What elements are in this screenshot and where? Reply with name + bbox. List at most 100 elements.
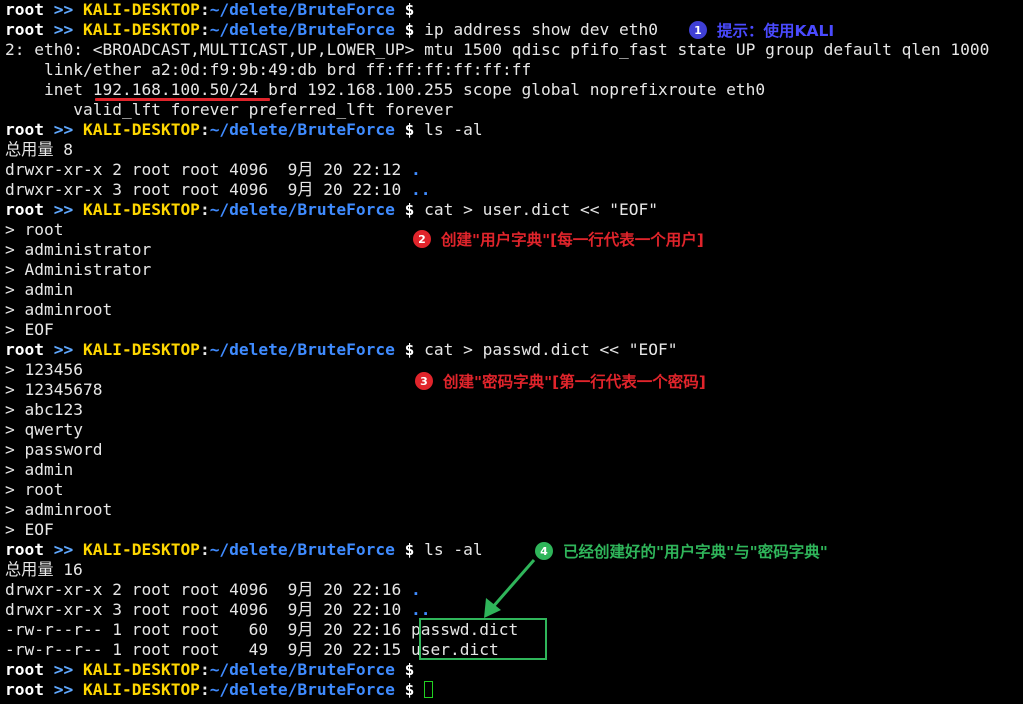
prompt-line: root >> KALI-DESKTOP:~/delete/BruteForce… bbox=[5, 660, 1023, 680]
annotation-1: 1 提示：使用KALI bbox=[689, 19, 834, 41]
annotation-text: 创建"用户字典"[每一行代表一个用户] bbox=[441, 231, 704, 249]
prompt-path: ~/delete/BruteForce bbox=[209, 340, 395, 359]
prompt-user: root bbox=[5, 200, 44, 219]
heredoc-line: > abc123 bbox=[5, 400, 83, 419]
heredoc-line: > admin bbox=[5, 280, 74, 299]
annotation-badge: 3 bbox=[415, 372, 433, 390]
prompt-arrow: >> bbox=[53, 20, 74, 39]
listing-entry: drwxr-xr-x 2 root root 4096 9月 20 22:16 bbox=[5, 580, 412, 599]
prompt-user: root bbox=[5, 540, 44, 559]
command-text: cat > passwd.dict << "EOF" bbox=[414, 340, 678, 359]
prompt-line: root >> KALI-DESKTOP:~/delete/BruteForce… bbox=[5, 20, 1023, 40]
prompt-dollar: $ bbox=[404, 120, 415, 139]
prompt-arrow: >> bbox=[53, 340, 74, 359]
annotation-text: 创建"密码字典"[第一行代表一个密码] bbox=[443, 373, 706, 391]
prompt-host: KALI-DESKTOP bbox=[82, 20, 200, 39]
output-line: valid_lft forever preferred_lft forever bbox=[5, 100, 454, 119]
directory-name: .. bbox=[411, 180, 431, 199]
prompt-line: root >> KALI-DESKTOP:~/delete/BruteForce… bbox=[5, 200, 1023, 220]
prompt-user: root bbox=[5, 340, 44, 359]
annotation-2: 2 创建"用户字典"[每一行代表一个用户] bbox=[413, 228, 704, 250]
prompt-user: root bbox=[5, 20, 44, 39]
directory-name: .. bbox=[411, 600, 431, 619]
annotation-4: 4 已经创建好的"用户字典"与"密码字典" bbox=[535, 540, 828, 562]
output-line: link/ether a2:0d:f9:9b:49:db brd ff:ff:f… bbox=[5, 60, 532, 79]
command-text: ip address show dev eth0 bbox=[414, 20, 659, 39]
prompt-line: root >> KALI-DESKTOP:~/delete/BruteForce… bbox=[5, 340, 1023, 360]
prompt-dollar: $ bbox=[404, 0, 415, 19]
directory-name: . bbox=[411, 160, 421, 179]
prompt-path: ~/delete/BruteForce bbox=[209, 0, 395, 19]
annotation-badge: 4 bbox=[535, 542, 553, 560]
prompt-dollar: $ bbox=[404, 200, 415, 219]
prompt-colon: : bbox=[199, 660, 210, 679]
prompt-host: KALI-DESKTOP bbox=[82, 660, 200, 679]
heredoc-line: > EOF bbox=[5, 520, 54, 539]
prompt-dollar: $ bbox=[404, 540, 415, 559]
output-line: inet 192.168.100.50/24 brd 192.168.100.2… bbox=[5, 80, 766, 99]
prompt-host: KALI-DESKTOP bbox=[82, 340, 200, 359]
command-text: ls -al bbox=[414, 540, 483, 559]
listing-entry: drwxr-xr-x 3 root root 4096 9月 20 22:10 bbox=[5, 180, 412, 199]
output-line: drwxr-xr-x 3 root root 4096 9月 20 22:10 … bbox=[5, 600, 1023, 620]
prompt-dollar: $ bbox=[404, 660, 415, 679]
listing-entry: drwxr-xr-x 2 root root 4096 9月 20 22:12 bbox=[5, 160, 412, 179]
command-text: cat > user.dict << "EOF" bbox=[414, 200, 659, 219]
prompt-host: KALI-DESKTOP bbox=[82, 0, 200, 19]
prompt-arrow: >> bbox=[53, 680, 74, 699]
prompt-user: root bbox=[5, 660, 44, 679]
prompt-colon: : bbox=[199, 120, 210, 139]
output-line: drwxr-xr-x 3 root root 4096 9月 20 22:10 … bbox=[5, 180, 1023, 200]
prompt-colon: : bbox=[199, 340, 210, 359]
directory-name: . bbox=[411, 580, 421, 599]
heredoc-line: > adminroot bbox=[5, 500, 113, 519]
prompt-path: ~/delete/BruteForce bbox=[209, 540, 395, 559]
annotation-text: 已经创建好的"用户字典"与"密码字典" bbox=[563, 543, 828, 561]
created-files-highlight-box bbox=[419, 618, 547, 660]
output-line: drwxr-xr-x 2 root root 4096 9月 20 22:12 … bbox=[5, 160, 1023, 180]
prompt-arrow: >> bbox=[53, 0, 74, 19]
prompt-host: KALI-DESKTOP bbox=[82, 200, 200, 219]
prompt-host: KALI-DESKTOP bbox=[82, 680, 200, 699]
ip-address-underline bbox=[95, 98, 270, 101]
annotation-text: 提示：使用KALI bbox=[717, 22, 835, 40]
annotation-badge: 1 bbox=[689, 21, 707, 39]
prompt-arrow: >> bbox=[53, 660, 74, 679]
output-line: 2: eth0: <BROADCAST,MULTICAST,UP,LOWER_U… bbox=[5, 40, 990, 59]
prompt-dollar: $ bbox=[404, 20, 415, 39]
prompt-path: ~/delete/BruteForce bbox=[209, 120, 395, 139]
command-text bbox=[414, 680, 424, 699]
heredoc-line: > admin bbox=[5, 460, 74, 479]
prompt-arrow: >> bbox=[53, 120, 74, 139]
listing-entry: drwxr-xr-x 3 root root 4096 9月 20 22:10 bbox=[5, 600, 412, 619]
output-line: 总用量 16 bbox=[5, 560, 83, 579]
prompt-line: root >> KALI-DESKTOP:~/delete/BruteForce… bbox=[5, 540, 1023, 560]
annotation-badge: 2 bbox=[413, 230, 431, 248]
prompt-path: ~/delete/BruteForce bbox=[209, 680, 395, 699]
heredoc-line: > adminroot bbox=[5, 300, 113, 319]
prompt-dollar: $ bbox=[404, 340, 415, 359]
prompt-colon: : bbox=[199, 680, 210, 699]
prompt-user: root bbox=[5, 680, 44, 699]
output-line: drwxr-xr-x 2 root root 4096 9月 20 22:16 … bbox=[5, 580, 1023, 600]
prompt-arrow: >> bbox=[53, 200, 74, 219]
prompt-path: ~/delete/BruteForce bbox=[209, 200, 395, 219]
prompt-dollar: $ bbox=[404, 680, 415, 699]
prompt-colon: : bbox=[199, 540, 210, 559]
prompt-user: root bbox=[5, 120, 44, 139]
prompt-line: root >> KALI-DESKTOP:~/delete/BruteForce… bbox=[5, 120, 1023, 140]
prompt-path: ~/delete/BruteForce bbox=[209, 20, 395, 39]
prompt-colon: : bbox=[199, 20, 210, 39]
prompt-arrow: >> bbox=[53, 540, 74, 559]
prompt-host: KALI-DESKTOP bbox=[82, 120, 200, 139]
heredoc-line: > qwerty bbox=[5, 420, 83, 439]
annotation-3: 3 创建"密码字典"[第一行代表一个密码] bbox=[415, 370, 706, 392]
terminal-output[interactable]: root >> KALI-DESKTOP:~/delete/BruteForce… bbox=[5, 0, 1023, 700]
command-text: ls -al bbox=[414, 120, 483, 139]
heredoc-line: > EOF bbox=[5, 320, 54, 339]
prompt-line: root >> KALI-DESKTOP:~/delete/BruteForce… bbox=[5, 0, 1023, 20]
heredoc-line: > Administrator bbox=[5, 260, 152, 279]
prompt-colon: : bbox=[199, 0, 210, 19]
output-line: 总用量 8 bbox=[5, 140, 74, 159]
terminal-cursor bbox=[424, 681, 434, 698]
